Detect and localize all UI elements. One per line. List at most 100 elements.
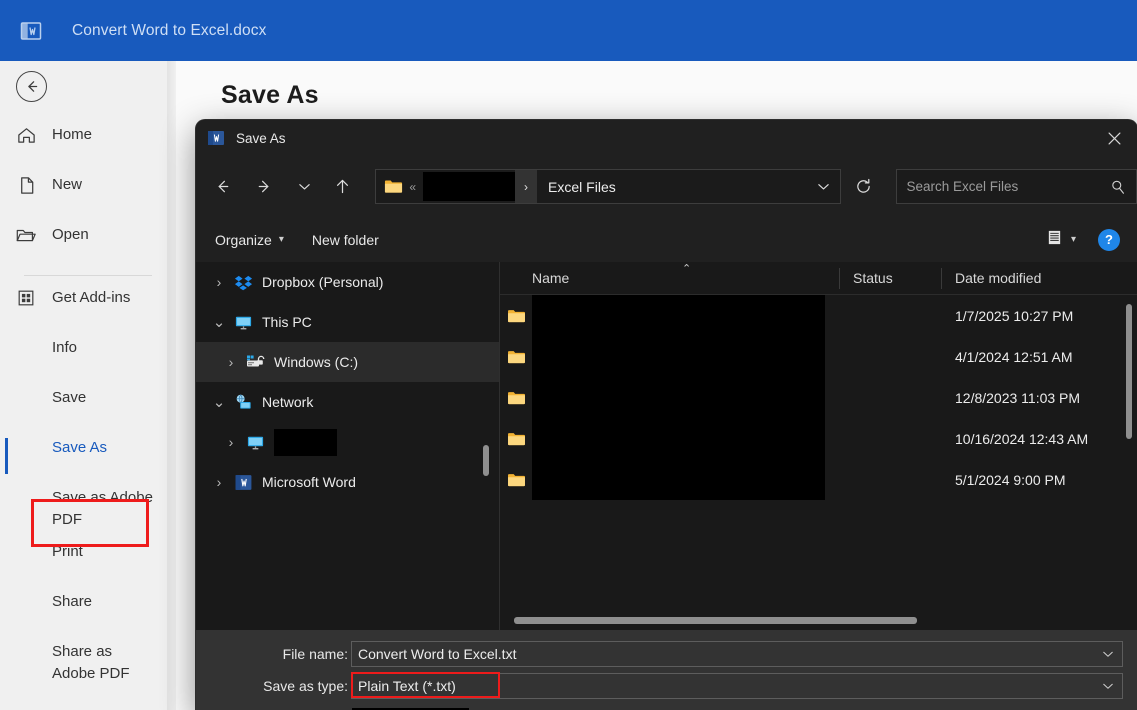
chevron-right-icon[interactable]: › [220,354,242,370]
file-list-horizontal-scrollbar[interactable] [514,617,917,624]
column-header-name-label: Name [532,270,570,286]
breadcrumb-separator[interactable]: › [515,170,538,203]
sidebar-item-info[interactable]: Info [0,332,176,382]
sidebar-item-label: New [52,176,83,193]
sidebar-item-label: Get Add-ins [52,289,131,306]
dropbox-icon [230,273,256,292]
chevron-down-icon[interactable] [1102,674,1114,698]
file-name-row: File name: Convert Word to Excel.txt [196,641,1137,667]
new-folder-button[interactable]: New folder [312,232,379,248]
column-header-date-modified[interactable]: Date modified [941,262,1137,295]
tree-item-dropbox[interactable]: › Dropbox (Personal) [196,262,500,302]
chevron-right-icon[interactable]: › [208,474,230,490]
refresh-icon[interactable] [848,170,879,203]
sidebar-item-save-as[interactable]: Save As [0,432,176,482]
search-icon [1110,179,1126,195]
save-as-type-select[interactable]: Plain Text (*.txt) [351,673,1123,699]
tree-item-label: Microsoft Word [262,474,356,490]
sidebar-item-share-as-adobe-pdf[interactable]: Share as Adobe PDF [0,636,176,690]
close-icon[interactable] [1091,120,1137,156]
column-header-name[interactable]: Name ⌃ [500,262,839,295]
word-title-bar: Convert Word to Excel.docx [0,0,1137,61]
tree-item-windows-c[interactable]: › Windows (C:) [196,342,500,382]
arrow-up-icon[interactable] [328,172,357,202]
breadcrumb-redacted-segment[interactable] [423,172,516,201]
document-title: Convert Word to Excel.docx [72,21,267,39]
chevron-right-icon[interactable]: › [220,434,242,450]
monitor-icon [242,433,268,452]
sort-ascending-icon: ⌃ [682,262,692,275]
sidebar-item-label: Share as Adobe PDF [52,643,130,682]
organize-button[interactable]: Organize ▾ [215,232,284,248]
chevron-down-icon[interactable] [1102,642,1114,666]
help-icon[interactable]: ? [1098,228,1120,251]
save-as-type-row: Save as type: Plain Text (*.txt) [196,673,1137,699]
file-list-rows: 1/7/2025 10:27 PM 4/1/2024 12:51 AM 12/8… [500,295,1137,630]
search-input[interactable]: Search Excel Files [895,169,1137,204]
tree-item-network[interactable]: ⌄ Network [196,382,500,422]
tree-item-label: Network [262,394,314,410]
chevron-right-icon[interactable]: › [208,274,230,290]
chevron-down-icon[interactable] [806,170,840,203]
chevron-down-icon[interactable]: ⌄ [208,313,230,331]
organize-label: Organize [215,231,272,248]
file-list-vertical-scrollbar[interactable] [1126,304,1132,439]
file-name-input[interactable]: Convert Word to Excel.txt [351,641,1123,667]
sidebar-item-share[interactable]: Share [0,586,176,636]
tree-item-label: Dropbox (Personal) [262,274,384,290]
sidebar-item-open[interactable]: Open [0,219,176,269]
sidebar-item-label: Print [52,543,83,560]
column-header-date-label: Date modified [955,270,1042,286]
page-title: Save As [221,81,319,109]
save-as-dialog: Save As « › Excel Files Search Excel Fil… [196,120,1137,710]
chevron-down-icon[interactable] [293,172,316,202]
sidebar-item-label: Home [52,126,93,143]
arrow-right-icon[interactable] [251,172,280,202]
network-icon [230,393,256,412]
file-date-cell: 12/8/2023 11:03 PM [955,389,1081,406]
drive-icon [242,352,268,372]
file-names-redaction [532,295,825,500]
tree-item-microsoft-word[interactable]: › Microsoft Word [196,462,500,502]
file-list-pane: Name ⌃ Status Date modified 1/7/2025 10:… [500,262,1137,630]
dialog-title: Save As [236,130,286,146]
sidebar-item-home[interactable]: Home [0,119,176,169]
tree-item-label: Windows (C:) [274,354,359,370]
new-doc-icon [0,174,52,196]
home-icon [0,124,52,146]
command-bar-right: ▾ ? [1046,228,1137,251]
backstage-sidebar: Home New Open Get Add-ins Info Save Save… [0,61,176,710]
breadcrumb[interactable]: « › Excel Files [375,169,842,204]
chevron-down-icon: ▾ [278,234,284,245]
column-header-status[interactable]: Status [839,262,941,295]
sidebar-item-save-as-adobe-pdf[interactable]: Save as Adobe PDF [0,482,176,536]
save-form: File name: Convert Word to Excel.txt Sav… [196,630,1137,710]
monitor-icon [230,313,256,332]
sidebar-item-new[interactable]: New [0,169,176,219]
screen: Convert Word to Excel.docx Home New Open… [0,0,1137,710]
folder-icon [500,472,532,488]
chevron-down-icon[interactable]: ⌄ [208,393,230,411]
tree-scrollbar[interactable] [483,445,489,476]
add-ins-icon [0,287,52,308]
folder-icon [500,390,532,406]
sidebar-item-get-add-ins[interactable]: Get Add-ins [0,282,176,332]
tree-item-redacted-network-device[interactable]: › [196,422,500,462]
sidebar-item-label: Save as Adobe PDF [52,489,153,528]
sidebar-item-save[interactable]: Save [0,382,176,432]
view-options-button[interactable]: ▾ [1046,229,1076,251]
address-bar-row: « › Excel Files Search Excel Files [196,156,1137,217]
folder-open-icon [0,224,52,247]
breadcrumb-overflow-icon[interactable]: « [409,180,416,194]
save-as-type-value: Plain Text (*.txt) [358,678,456,694]
folder-icon [500,349,532,365]
tree-item-this-pc[interactable]: ⌄ This PC [196,302,500,342]
sidebar-item-print[interactable]: Print [0,536,176,586]
back-button[interactable] [16,71,47,102]
arrow-left-icon[interactable] [208,172,237,202]
